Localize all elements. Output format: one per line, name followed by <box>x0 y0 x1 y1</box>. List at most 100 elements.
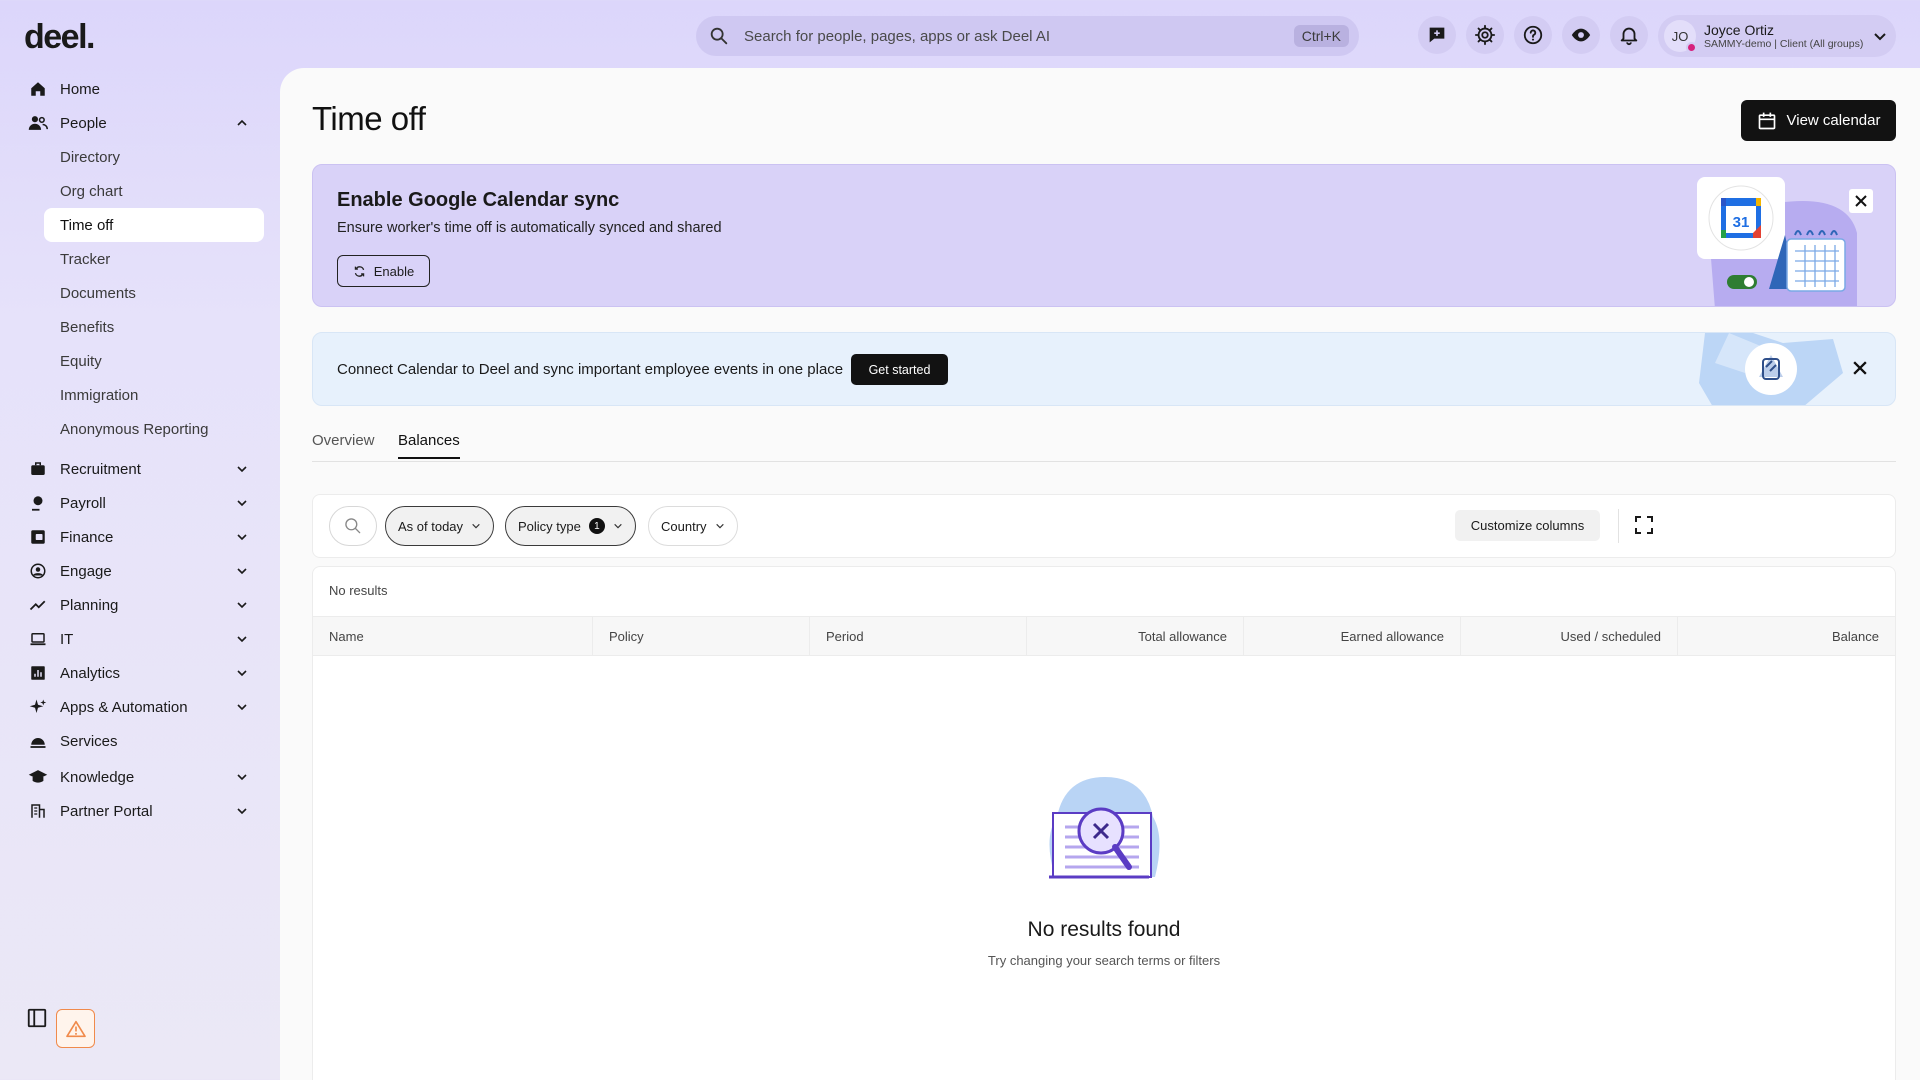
sidebar-item-label: Apps & Automation <box>60 698 188 716</box>
sidebar-item-knowledge[interactable]: Knowledge <box>0 760 280 794</box>
graduation-icon <box>28 767 48 787</box>
deel-logo[interactable]: deel. <box>24 18 95 57</box>
sidebar-item-partner-portal[interactable]: Partner Portal <box>0 794 280 828</box>
sidebar-toggle-icon[interactable] <box>26 1007 48 1029</box>
column-header-total-allowance[interactable]: Total allowance <box>1027 617 1244 655</box>
chevron-down-icon <box>1872 28 1888 44</box>
sidebar-sub-time-off[interactable]: Time off <box>44 208 264 242</box>
sidebar-item-finance[interactable]: Finance <box>0 520 280 554</box>
sidebar-item-label: IT <box>60 630 74 648</box>
search-icon <box>343 516 363 536</box>
close-connect-banner-button[interactable] <box>1853 361 1867 375</box>
sidebar-item-analytics[interactable]: Analytics <box>0 656 280 690</box>
sidebar-sub-benefits[interactable]: Benefits <box>0 310 280 344</box>
sidebar-item-label: Engage <box>60 562 112 580</box>
sidebar-item-payroll[interactable]: Payroll <box>0 486 280 520</box>
chevron-down-icon <box>236 599 248 611</box>
close-icon <box>1855 195 1867 207</box>
user-menu[interactable]: JO Joyce Ortiz SAMMY-demo | Client (All … <box>1658 15 1896 57</box>
column-header-policy[interactable]: Policy <box>593 617 810 655</box>
sidebar-item-planning[interactable]: Planning <box>0 588 280 622</box>
get-started-button[interactable]: Get started <box>851 354 948 385</box>
sidebar-item-label: Payroll <box>60 494 106 512</box>
sidebar-sub-equity[interactable]: Equity <box>0 344 280 378</box>
sidebar-sub-immigration[interactable]: Immigration <box>0 378 280 412</box>
enable-button[interactable]: Enable <box>337 255 430 287</box>
sidebar-item-recruitment[interactable]: Recruitment <box>0 452 280 486</box>
sidebar-sub-anonymous-reporting[interactable]: Anonymous Reporting <box>0 412 280 446</box>
sidebar-sub-directory[interactable]: Directory <box>0 140 280 174</box>
briefcase-icon <box>28 459 48 479</box>
eye-icon[interactable] <box>1562 16 1600 54</box>
search-icon <box>708 25 730 47</box>
bell-icon[interactable] <box>1610 16 1648 54</box>
sidebar-item-label: Planning <box>60 596 119 614</box>
google-calendar-illustration: 31 <box>1697 173 1857 306</box>
as-of-label: As of today <box>398 518 464 534</box>
planning-icon <box>28 595 48 615</box>
banner-subtitle: Ensure worker's time off is automaticall… <box>337 220 722 236</box>
sidebar-item-it[interactable]: IT <box>0 622 280 656</box>
column-header-used-scheduled[interactable]: Used / scheduled <box>1461 617 1678 655</box>
chevron-down-icon <box>236 771 248 783</box>
sidebar-item-label: Services <box>60 732 118 750</box>
warning-button[interactable] <box>56 1009 95 1048</box>
main-panel: Time off View calendar Enable Google Cal… <box>280 68 1920 1080</box>
chevron-down-icon <box>613 521 623 531</box>
people-icon <box>28 113 48 133</box>
table-header: Name Policy Period Total allowance Earne… <box>313 616 1895 656</box>
banner-title: Enable Google Calendar sync <box>337 189 620 211</box>
payroll-icon <box>28 493 48 513</box>
sidebar-item-label: Knowledge <box>60 768 135 786</box>
chevron-down-icon <box>236 531 248 543</box>
customize-columns-button[interactable]: Customize columns <box>1455 510 1600 541</box>
column-header-earned-allowance[interactable]: Earned allowance <box>1244 617 1461 655</box>
fullscreen-icon[interactable] <box>1634 515 1654 535</box>
results-status: No results <box>329 583 388 598</box>
sidebar-item-people[interactable]: People <box>0 106 280 140</box>
chevron-up-icon <box>236 117 248 129</box>
google-calendar-banner: Enable Google Calendar sync Ensure worke… <box>312 164 1896 307</box>
engage-icon <box>28 561 48 581</box>
page-title: Time off <box>312 100 426 137</box>
services-icon <box>28 731 48 751</box>
column-header-balance[interactable]: Balance <box>1678 617 1895 655</box>
user-org: SAMMY-demo | Client (All groups) <box>1704 38 1864 51</box>
close-google-banner-button[interactable] <box>1849 189 1873 213</box>
help-icon[interactable] <box>1514 16 1552 54</box>
close-icon <box>1853 361 1867 375</box>
sidebar-item-apps-automation[interactable]: Apps & Automation <box>0 690 280 724</box>
sidebar-item-label: Analytics <box>60 664 121 682</box>
calendar-icon <box>1757 111 1777 131</box>
sidebar-item-engage[interactable]: Engage <box>0 554 280 588</box>
building-icon <box>28 801 48 821</box>
toolbar-divider <box>1618 509 1619 543</box>
as-of-filter[interactable]: As of today <box>385 506 495 546</box>
feedback-icon[interactable] <box>1418 16 1456 54</box>
global-search[interactable]: Search for people, pages, apps or ask De… <box>696 16 1359 56</box>
column-header-period[interactable]: Period <box>810 617 1027 655</box>
analytics-icon <box>28 663 48 683</box>
tab-bar: Overview Balances <box>312 432 1896 462</box>
chevron-down-icon <box>471 521 481 531</box>
table-search-button[interactable] <box>329 506 377 546</box>
sidebar-sub-documents[interactable]: Documents <box>0 276 280 310</box>
sidebar-sub-tracker[interactable]: Tracker <box>0 242 280 276</box>
sidebar-sub-org-chart[interactable]: Org chart <box>0 174 280 208</box>
country-label: Country <box>661 518 707 534</box>
country-filter[interactable]: Country <box>648 506 738 546</box>
settings-icon[interactable] <box>1466 16 1504 54</box>
sidebar-item-label: Recruitment <box>60 460 141 478</box>
tab-balances[interactable]: Balances <box>398 432 460 459</box>
chevron-down-icon <box>236 667 248 679</box>
sidebar-item-home[interactable]: Home <box>0 72 280 106</box>
policy-type-filter[interactable]: Policy type 1 <box>505 506 636 546</box>
column-header-name[interactable]: Name <box>313 617 593 655</box>
view-calendar-button[interactable]: View calendar <box>1741 100 1896 141</box>
calendar-day-number: 31 <box>1733 214 1750 231</box>
sidebar-item-services[interactable]: Services <box>0 724 280 758</box>
tab-overview[interactable]: Overview <box>312 432 375 457</box>
warning-icon <box>65 1020 86 1038</box>
search-placeholder[interactable]: Search for people, pages, apps or ask De… <box>744 28 1294 45</box>
chevron-down-icon <box>236 701 248 713</box>
